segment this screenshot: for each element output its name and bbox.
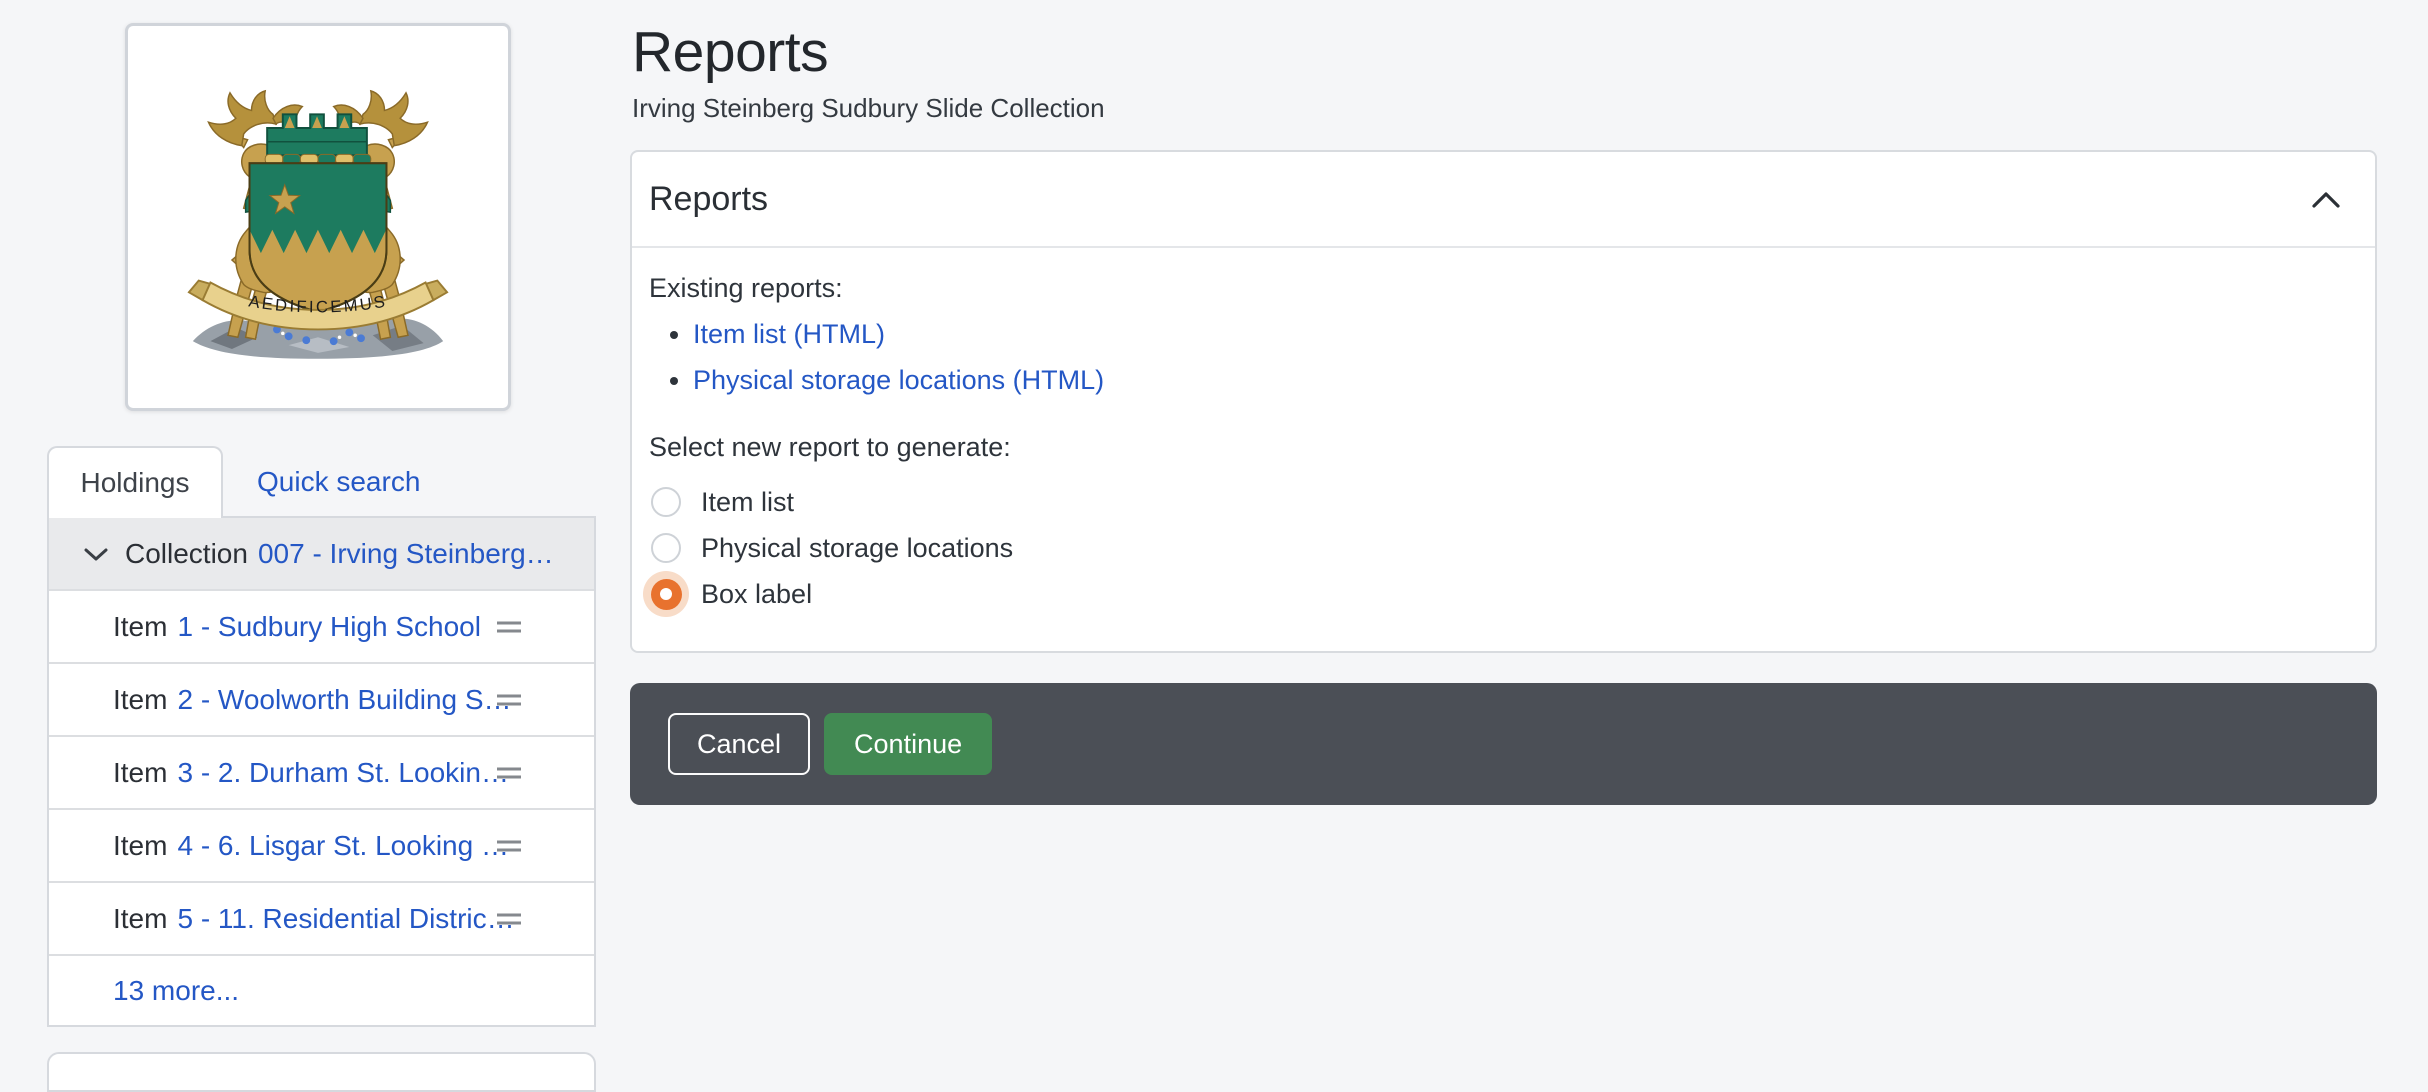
existing-reports-label: Existing reports: xyxy=(649,273,843,304)
tab-holdings[interactable]: Holdings xyxy=(47,446,223,518)
cancel-button[interactable]: Cancel xyxy=(668,713,811,776)
item-link[interactable]: 5 - 11. Residential Distric… xyxy=(177,903,514,935)
chevron-up-icon[interactable] xyxy=(2307,186,2345,213)
drag-handle-icon[interactable] xyxy=(496,911,522,927)
reports-panel-title: Reports xyxy=(649,179,769,218)
report-options: Item list Physical storage locations Box… xyxy=(643,479,2358,618)
reports-panel-header: Reports xyxy=(632,152,2375,249)
drag-handle-icon[interactable] xyxy=(496,765,522,781)
existing-reports-list: Item list (HTML) Physical storage locati… xyxy=(649,318,2358,398)
tree-row-item: Item 2 - Woolworth Building S… xyxy=(49,664,594,737)
sudbury-coat-of-arms: AEDIFICEMUS xyxy=(187,89,449,359)
radio-option-label: Box label xyxy=(701,578,813,609)
tree-row-item: Item 4 - 6. Lisgar St. Looking … xyxy=(49,810,594,883)
record-type-label: Item xyxy=(113,756,168,788)
main-content: Reports Irving Steinberg Sudbury Slide C… xyxy=(630,0,2377,806)
tree-row-item: Item 1 - Sudbury High School xyxy=(49,591,594,664)
radio-option-box-label[interactable]: Box label xyxy=(643,571,2358,618)
action-bar: Cancel Continue xyxy=(630,683,2377,806)
record-type-label: Item xyxy=(113,610,168,642)
list-item: Physical storage locations (HTML) xyxy=(693,364,2358,398)
continue-button[interactable]: Continue xyxy=(824,713,993,776)
reports-panel: Reports Existing reports: Item list (HTM… xyxy=(630,150,2377,654)
radio-option-item-list[interactable]: Item list xyxy=(643,479,2358,525)
tree-row-more: 13 more... xyxy=(49,956,594,1025)
record-type-label: Collection xyxy=(125,537,248,569)
drag-handle-icon[interactable] xyxy=(496,838,522,854)
record-type-label: Item xyxy=(113,829,168,861)
show-more-link[interactable]: 13 more... xyxy=(113,975,239,1007)
chevron-down-icon[interactable] xyxy=(83,546,109,562)
collection-logo-card: AEDIFICEMUS xyxy=(125,23,511,411)
next-section-card-partial xyxy=(47,1052,596,1092)
item-link[interactable]: 2 - Woolworth Building S… xyxy=(177,684,511,716)
tree-row-item: Item 3 - 2. Durham St. Lookin… xyxy=(49,737,594,810)
item-link[interactable]: 1 - Sudbury High School xyxy=(177,611,481,643)
report-link-item-list[interactable]: Item list (HTML) xyxy=(693,319,885,349)
radio-selected-icon[interactable] xyxy=(650,578,682,610)
drag-handle-icon[interactable] xyxy=(496,619,522,635)
page-title: Reports xyxy=(632,20,829,84)
report-link-physical-storage[interactable]: Physical storage locations (HTML) xyxy=(693,365,1104,395)
collection-link[interactable]: 007 - Irving Steinberg… xyxy=(258,538,554,570)
radio-unselected-icon[interactable] xyxy=(651,533,681,564)
item-link[interactable]: 3 - 2. Durham St. Lookin… xyxy=(177,757,508,789)
tree-row-collection: Collection 007 - Irving Steinberg… xyxy=(49,518,594,591)
select-report-label: Select new report to generate: xyxy=(649,432,1011,463)
holdings-tree: Collection 007 - Irving Steinberg… Item … xyxy=(47,516,596,1027)
item-link[interactable]: 4 - 6. Lisgar St. Looking … xyxy=(177,830,509,862)
radio-option-physical-storage[interactable]: Physical storage locations xyxy=(643,525,2358,571)
sidebar-tabs: Holdings Quick search xyxy=(47,446,454,518)
tab-quick-search[interactable]: Quick search xyxy=(223,446,454,518)
record-type-label: Item xyxy=(113,683,168,715)
radio-option-label: Physical storage locations xyxy=(701,532,1014,563)
reports-panel-body: Existing reports: Item list (HTML) Physi… xyxy=(632,248,2375,651)
list-item: Item list (HTML) xyxy=(693,318,2358,352)
radio-option-label: Item list xyxy=(701,486,795,517)
record-type-label: Item xyxy=(113,902,168,934)
tree-row-item: Item 5 - 11. Residential Distric… xyxy=(49,883,594,956)
drag-handle-icon[interactable] xyxy=(496,692,522,708)
page-subtitle: Irving Steinberg Sudbury Slide Collectio… xyxy=(632,93,1105,124)
radio-unselected-icon[interactable] xyxy=(651,487,681,518)
